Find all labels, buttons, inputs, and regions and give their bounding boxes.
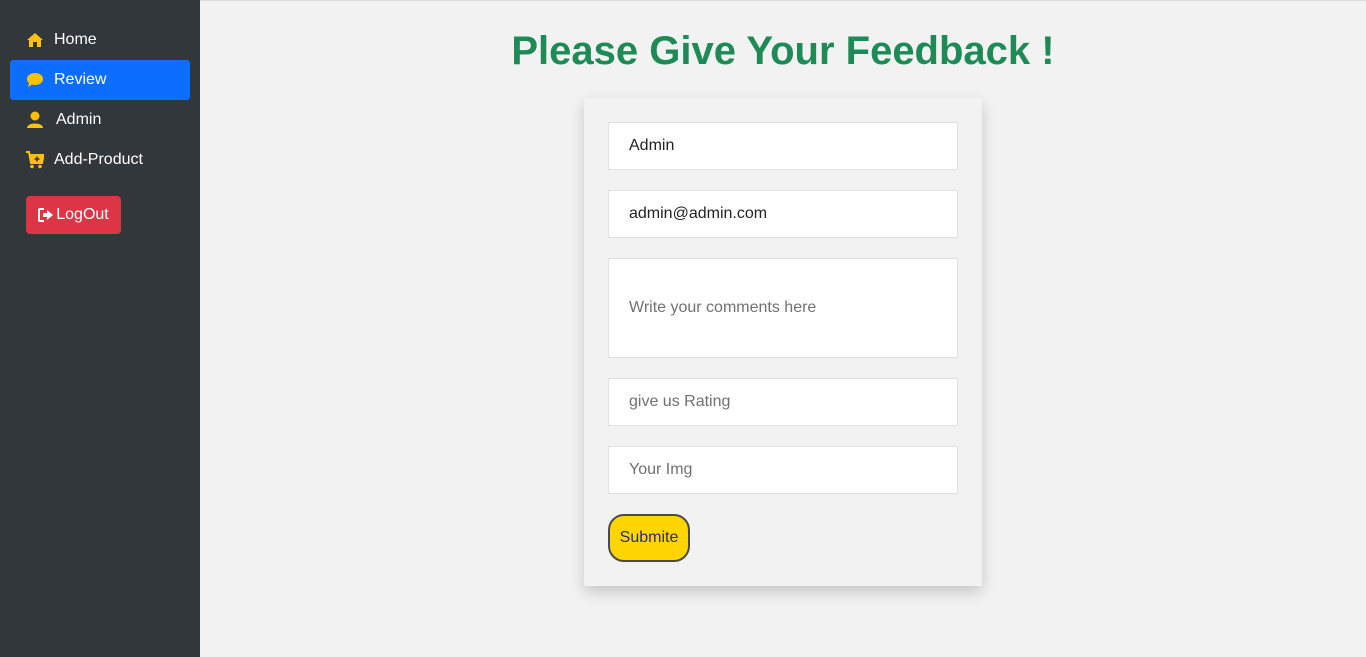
sidebar-item-admin[interactable]: Admin (10, 100, 190, 140)
sidebar-item-add-product[interactable]: Add-Product (10, 140, 190, 180)
cart-plus-icon (26, 151, 44, 169)
submit-button[interactable]: Submite (608, 514, 690, 562)
sidebar-item-home[interactable]: Home (10, 20, 190, 60)
rating-input[interactable]: give us Rating (608, 378, 958, 426)
page-title: Please Give Your Feedback ! (511, 29, 1055, 73)
comment-icon (26, 71, 44, 89)
sidebar: Home Review Admin Add-Product LogOut (0, 0, 200, 657)
home-icon (26, 31, 44, 49)
user-icon (26, 111, 44, 129)
sidebar-item-label: Review (54, 71, 107, 88)
sidebar-item-label: Home (54, 31, 97, 48)
sidebar-item-review[interactable]: Review (10, 60, 190, 100)
sign-out-icon (38, 208, 56, 222)
logout-button[interactable]: LogOut (26, 196, 121, 234)
email-field[interactable]: admin@admin.com (608, 190, 958, 238)
sidebar-item-label: Add-Product (54, 151, 143, 168)
feedback-form: Admin admin@admin.com Write your comment… (584, 98, 982, 586)
main-content: Please Give Your Feedback ! Admin admin@… (200, 0, 1366, 657)
sidebar-item-label: Admin (56, 111, 102, 128)
name-field[interactable]: Admin (608, 122, 958, 170)
comments-textarea[interactable]: Write your comments here (608, 258, 958, 358)
image-input[interactable]: Your Img (608, 446, 958, 494)
logout-label: LogOut (56, 206, 109, 223)
